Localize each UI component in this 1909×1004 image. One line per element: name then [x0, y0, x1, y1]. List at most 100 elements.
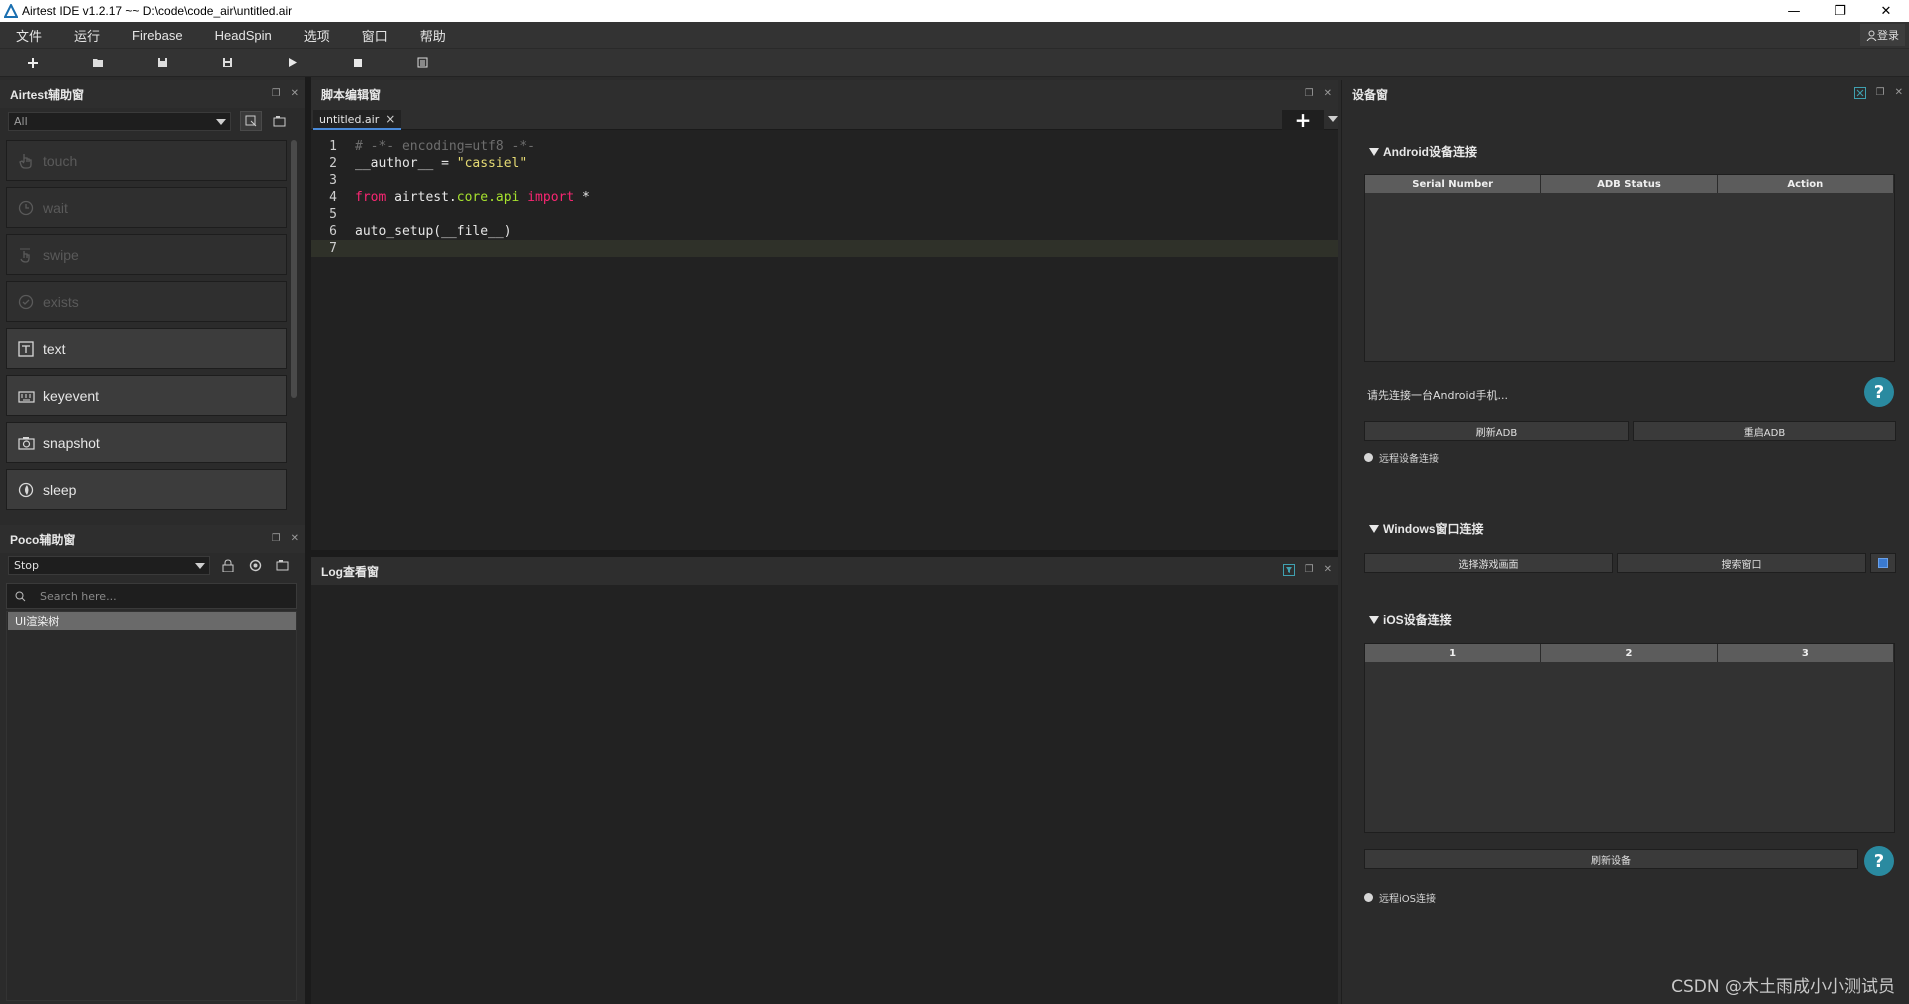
save-icon[interactable]	[130, 49, 195, 77]
menu-firebase[interactable]: Firebase	[116, 28, 199, 43]
api-text-button[interactable]: text	[6, 328, 287, 369]
float-icon[interactable]: ❐	[1305, 88, 1314, 99]
api-touch-button[interactable]: touch	[6, 140, 287, 181]
menu-run[interactable]: 运行	[58, 26, 116, 45]
refresh-devices-button[interactable]: 刷新设备	[1364, 849, 1858, 869]
editor-panel-header: 脚本编辑窗 ❐ ✕	[311, 80, 1338, 108]
splitter-editor-log[interactable]	[311, 550, 1338, 557]
log-icon[interactable]	[390, 49, 455, 77]
float-icon[interactable]: ❐	[1305, 564, 1314, 579]
windows-section-title[interactable]: Windows窗口连接	[1369, 520, 1484, 537]
api-swipe-button[interactable]: swipe	[6, 234, 287, 275]
code-keyword-from: from	[355, 190, 387, 205]
check-circle-icon	[17, 293, 35, 311]
record-icon[interactable]	[268, 111, 290, 131]
help-icon[interactable]: ?	[1864, 846, 1894, 876]
api-list-scrollbar[interactable]	[291, 140, 297, 398]
login-button[interactable]: 登录	[1860, 24, 1905, 46]
column-serial-number[interactable]: Serial Number	[1365, 175, 1542, 193]
select-area-icon[interactable]	[240, 111, 262, 131]
chevron-down-icon	[216, 119, 226, 125]
refresh-icon[interactable]	[244, 555, 266, 575]
code-line-current: 7	[311, 240, 1338, 257]
poco-mode-select[interactable]: Stop	[8, 556, 210, 575]
log-panel-header: Log查看窗 ❐ ✕	[311, 557, 1338, 585]
close-icon[interactable]: ✕	[291, 88, 299, 99]
swipe-icon	[17, 246, 35, 264]
poco-panel-header: Poco辅助窗 ❐ ✕	[0, 525, 305, 553]
api-exists-label: exists	[43, 293, 79, 310]
airtest-helper-panel: Airtest辅助窗 ❐ ✕ All touch wait swipe exist…	[0, 80, 305, 520]
api-filter-select[interactable]: All	[8, 112, 231, 131]
remote-device-connect[interactable]: 远程设备连接	[1364, 450, 1439, 465]
menu-headspin[interactable]: HeadSpin	[199, 28, 288, 43]
close-icon[interactable]: ✕	[1324, 564, 1332, 579]
close-icon[interactable]: ✕	[1895, 87, 1903, 102]
airtest-panel-header: Airtest辅助窗 ❐ ✕	[0, 80, 305, 108]
api-exists-button[interactable]: exists	[6, 281, 287, 322]
code-line: 2 __author__ = "cassiel"	[311, 155, 1338, 172]
android-device-table[interactable]: Serial Number ADB Status Action	[1364, 174, 1895, 362]
menu-help[interactable]: 帮助	[404, 26, 462, 45]
api-keyevent-label: keyevent	[43, 387, 100, 404]
close-icon[interactable]: ✕	[291, 533, 299, 544]
tab-untitled-air[interactable]: untitled.air ×	[313, 110, 402, 130]
close-tab-icon[interactable]: ×	[385, 112, 395, 126]
minimize-button[interactable]: —	[1771, 0, 1817, 22]
airtest-logo-icon	[4, 4, 18, 18]
float-icon[interactable]: ❐	[272, 88, 281, 99]
ui-tree-root[interactable]: UI渲染树	[8, 612, 296, 630]
poco-search-input[interactable]: Search here...	[6, 583, 297, 609]
ios-title-label: iOS设备连接	[1383, 613, 1452, 627]
api-sleep-label: sleep	[43, 481, 77, 498]
stop-icon[interactable]	[325, 49, 390, 77]
screen-fit-icon[interactable]	[1853, 87, 1866, 102]
code-module: core.api	[456, 190, 520, 205]
api-keyevent-button[interactable]: keyevent	[6, 375, 287, 416]
radio-dot-icon	[1364, 453, 1373, 462]
script-editor-panel: 脚本编辑窗 ❐ ✕ untitled.air × + 1 # -*- encodin…	[311, 80, 1338, 550]
line-number: 4	[329, 190, 337, 205]
open-folder-icon[interactable]	[65, 49, 130, 77]
help-icon[interactable]: ?	[1864, 377, 1894, 407]
refresh-adb-button[interactable]: 刷新ADB	[1364, 421, 1629, 441]
window-picker-icon[interactable]	[1870, 553, 1896, 573]
select-game-screen-button[interactable]: 选择游戏画面	[1364, 553, 1613, 573]
column-adb-status[interactable]: ADB Status	[1541, 175, 1718, 193]
api-sleep-button[interactable]: sleep	[6, 469, 287, 510]
column-action[interactable]: Action	[1717, 175, 1894, 193]
save-as-icon[interactable]	[195, 49, 260, 77]
menu-window[interactable]: 窗口	[346, 26, 404, 45]
float-icon[interactable]: ❐	[1876, 87, 1885, 102]
ui-tree-view[interactable]	[6, 611, 297, 1001]
restore-button[interactable]: ❐	[1817, 0, 1863, 22]
lock-icon[interactable]	[217, 555, 239, 575]
run-icon[interactable]	[260, 49, 325, 77]
ios-device-table[interactable]: 1 2 3	[1364, 643, 1895, 833]
android-title-label: Android设备连接	[1383, 145, 1477, 159]
chevron-down-icon[interactable]	[1328, 116, 1338, 122]
new-file-icon[interactable]	[0, 49, 65, 77]
filter-icon[interactable]	[1282, 564, 1295, 579]
close-icon[interactable]: ✕	[1324, 88, 1332, 99]
ios-section-title[interactable]: iOS设备连接	[1369, 611, 1452, 628]
column-2[interactable]: 2	[1541, 644, 1718, 662]
android-section-title[interactable]: Android设备连接	[1369, 143, 1477, 160]
new-tab-button[interactable]: +	[1282, 108, 1324, 132]
record-icon[interactable]	[271, 555, 293, 575]
code-assignment: __author__ =	[355, 156, 457, 171]
search-window-button[interactable]: 搜索窗口	[1617, 553, 1866, 573]
column-1[interactable]: 1	[1365, 644, 1542, 662]
text-box-icon	[17, 340, 35, 358]
float-icon[interactable]: ❐	[272, 533, 281, 544]
restart-adb-button[interactable]: 重启ADB	[1633, 421, 1896, 441]
chevron-down-icon	[195, 563, 205, 569]
code-editor[interactable]: 1 # -*- encoding=utf8 -*- 2 __author__ = "…	[311, 138, 1338, 548]
close-window-button[interactable]: ✕	[1863, 0, 1909, 22]
remote-ios-connect[interactable]: 远程iOS连接	[1364, 890, 1436, 905]
menu-file[interactable]: 文件	[0, 26, 58, 45]
column-3[interactable]: 3	[1717, 644, 1894, 662]
api-snapshot-button[interactable]: snapshot	[6, 422, 287, 463]
menu-options[interactable]: 选项	[288, 26, 346, 45]
api-wait-button[interactable]: wait	[6, 187, 287, 228]
